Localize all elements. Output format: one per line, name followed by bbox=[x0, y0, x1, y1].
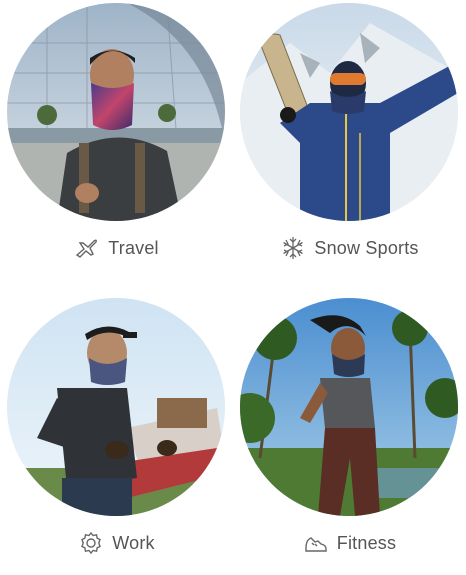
airplane-icon bbox=[76, 239, 98, 258]
sneaker-icon bbox=[305, 537, 327, 552]
category-tile-fitness[interactable]: Fitness bbox=[233, 295, 466, 575]
category-label-text: Fitness bbox=[336, 532, 397, 553]
category-tile-travel[interactable]: Travel bbox=[0, 0, 233, 280]
category-label-snow-sports: Snow Sports bbox=[233, 232, 466, 264]
category-tile-snow-sports[interactable]: Snow Sports bbox=[233, 0, 466, 280]
category-label-text: Travel bbox=[108, 237, 159, 258]
category-label-text: Snow Sports bbox=[314, 237, 419, 258]
work-photo bbox=[7, 298, 225, 516]
snow-sports-photo bbox=[240, 3, 458, 221]
category-label-fitness: Fitness bbox=[233, 527, 466, 559]
category-tile-work[interactable]: Work bbox=[0, 295, 233, 575]
gear-icon bbox=[81, 531, 102, 555]
category-label-travel: Travel bbox=[0, 232, 233, 264]
snowflake-icon bbox=[283, 237, 304, 259]
travel-photo bbox=[7, 3, 225, 221]
category-label-work: Work bbox=[0, 527, 233, 559]
category-label-text: Work bbox=[112, 532, 155, 553]
fitness-photo bbox=[240, 298, 458, 516]
